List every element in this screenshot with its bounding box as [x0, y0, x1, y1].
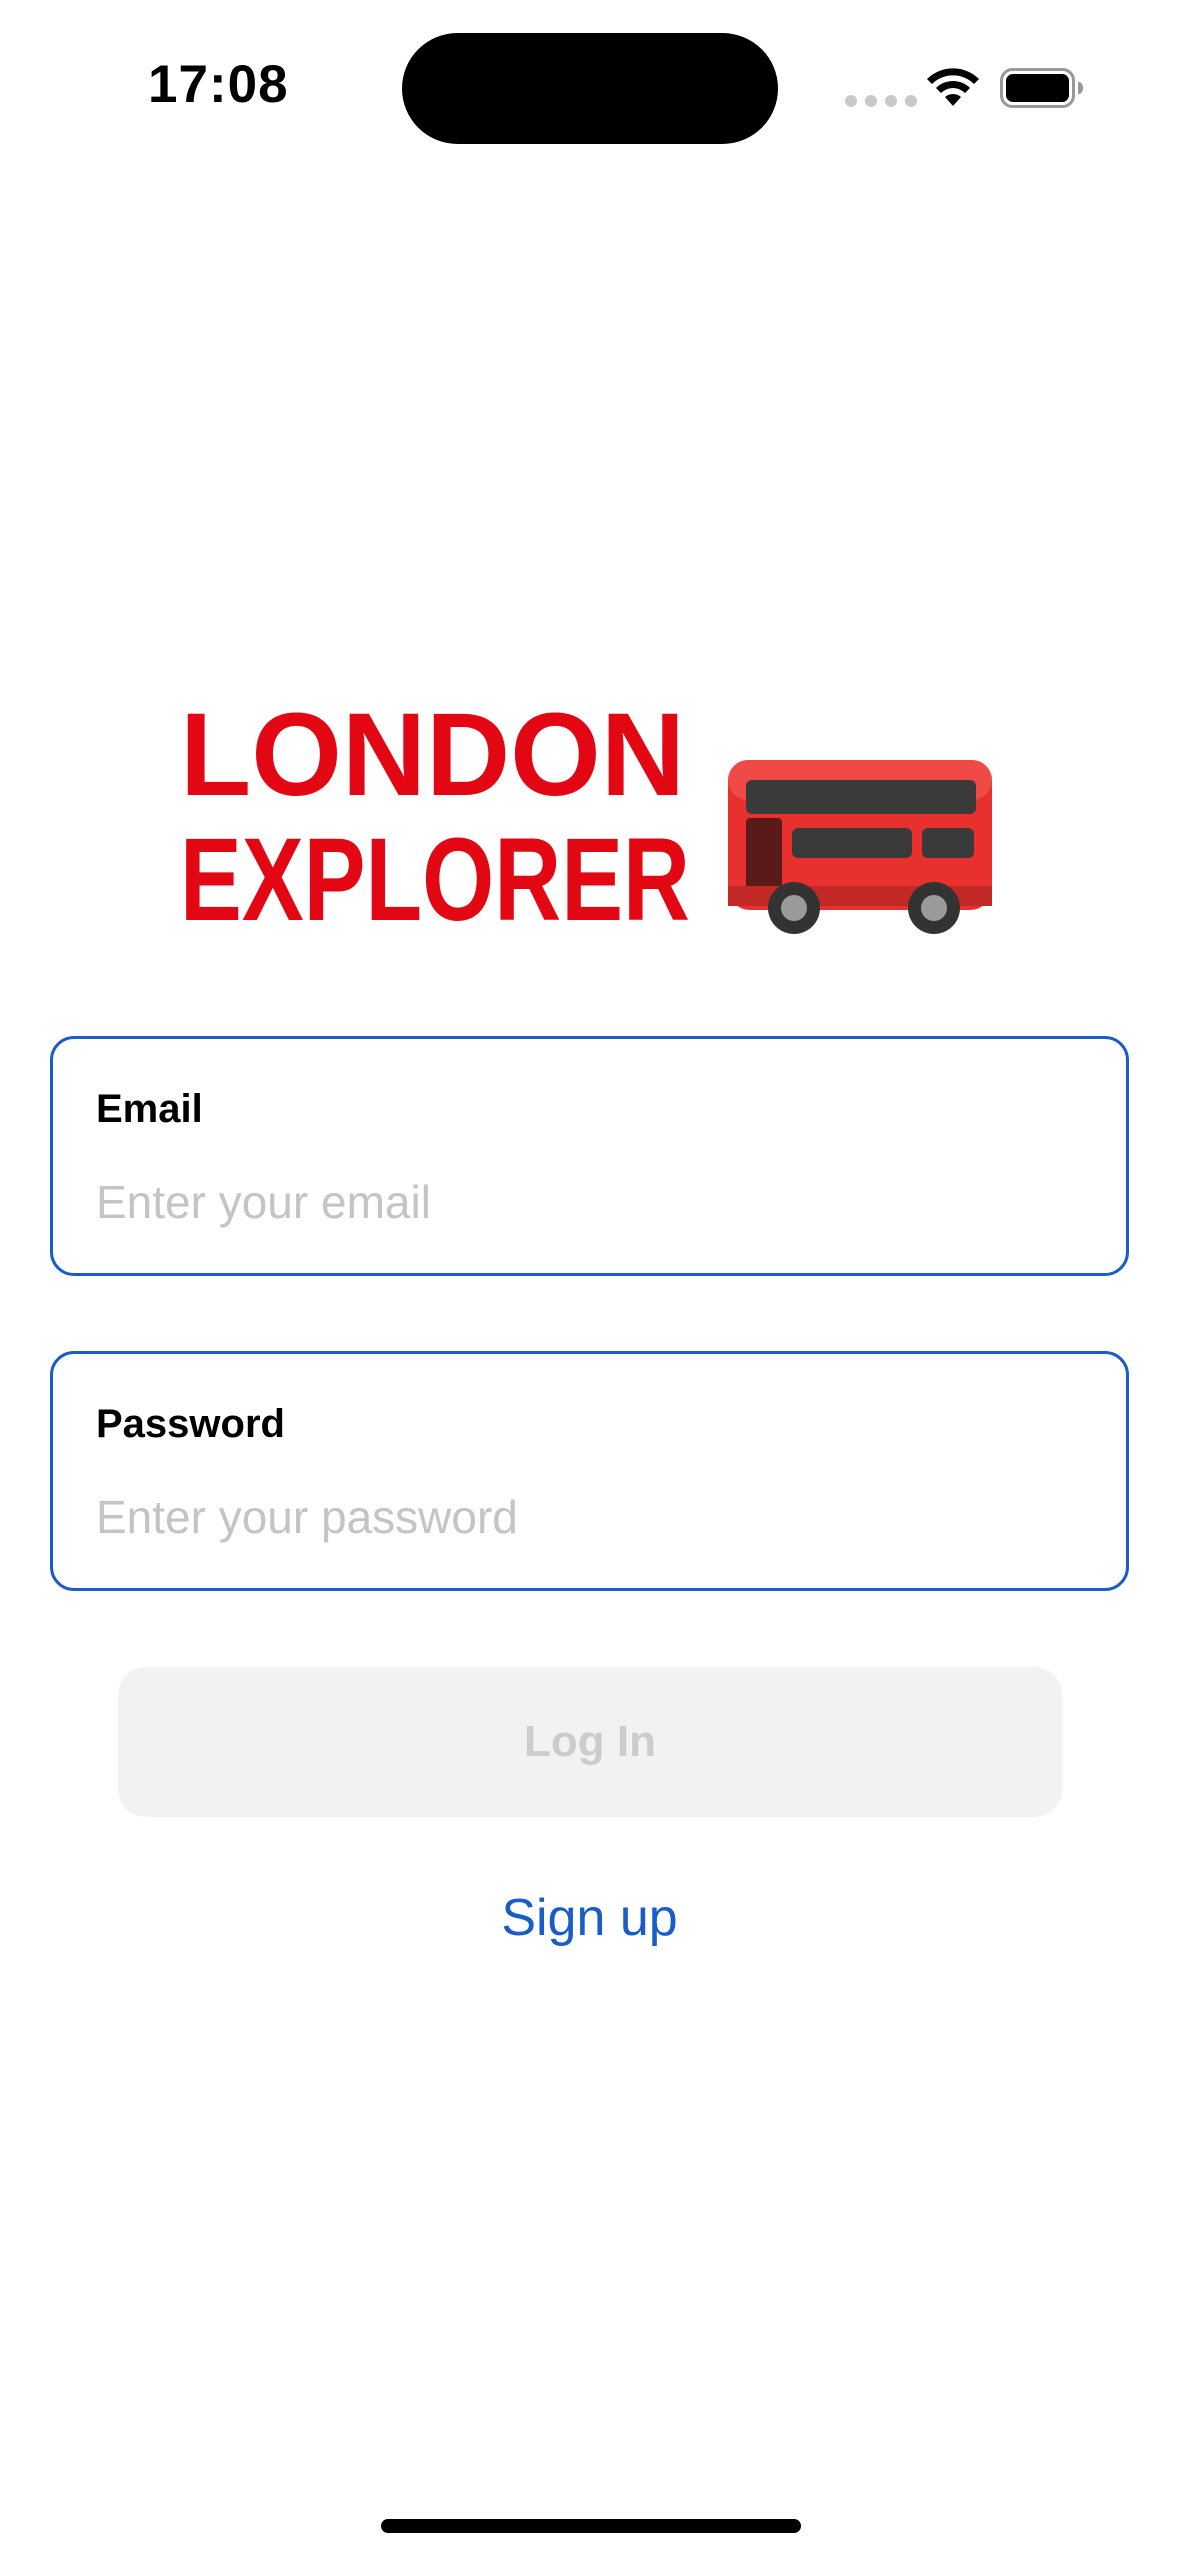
double-decker-bus-icon [728, 760, 992, 934]
battery-icon [1000, 68, 1083, 108]
svg-text:LONDON: LONDON [180, 690, 685, 821]
home-indicator[interactable] [381, 2519, 801, 2533]
email-field-container[interactable]: Email [50, 1036, 1129, 1276]
email-label: Email [96, 1087, 203, 1131]
status-time: 17:08 [148, 55, 289, 114]
login-screen: 17:08 LONDON EXPLORER Email Enter your e… [0, 0, 1179, 2556]
dynamic-island [402, 33, 778, 144]
email-input[interactable] [96, 1167, 1086, 1237]
cellular-signal-icon [845, 95, 917, 107]
london-explorer-logo: LONDON EXPLORER [180, 690, 992, 940]
password-input[interactable] [96, 1482, 1086, 1552]
password-field-container[interactable]: Password [50, 1351, 1129, 1591]
login-button[interactable]: Log In [118, 1667, 1062, 1817]
signup-link[interactable]: Sign up [0, 1888, 1179, 1948]
wifi-icon [927, 68, 979, 106]
password-label: Password [96, 1402, 285, 1446]
svg-text:EXPLORER: EXPLORER [180, 814, 690, 940]
